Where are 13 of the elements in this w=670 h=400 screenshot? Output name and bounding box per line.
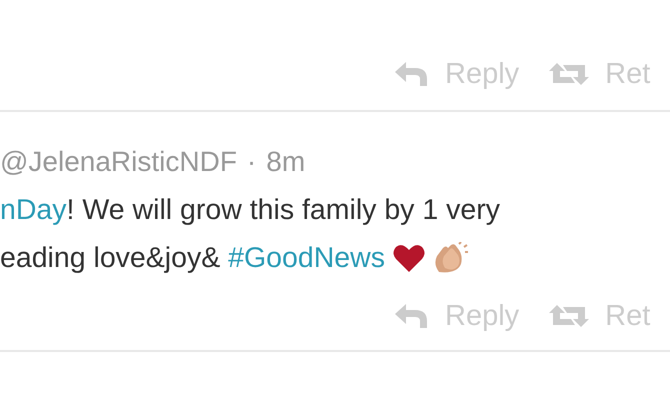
reply-icon[interactable]	[395, 304, 429, 328]
separator-dot: ·	[246, 146, 256, 177]
user-handle[interactable]: @JelenaRisticNDF	[0, 146, 237, 177]
hashtag-link[interactable]: nDay	[0, 194, 67, 226]
tweet-text: ! We will grow this family by 1 very	[66, 194, 500, 226]
heart-icon	[393, 244, 425, 272]
retweet-icon[interactable]	[549, 63, 590, 85]
timestamp[interactable]: 8m	[266, 146, 306, 177]
hashtag-link[interactable]: #GoodNews	[228, 242, 385, 274]
tweet-text: eading love&joy&	[0, 242, 222, 274]
retweet-icon[interactable]	[549, 305, 590, 327]
reply-icon[interactable]	[395, 62, 429, 86]
clapping-hands-icon	[433, 242, 469, 274]
